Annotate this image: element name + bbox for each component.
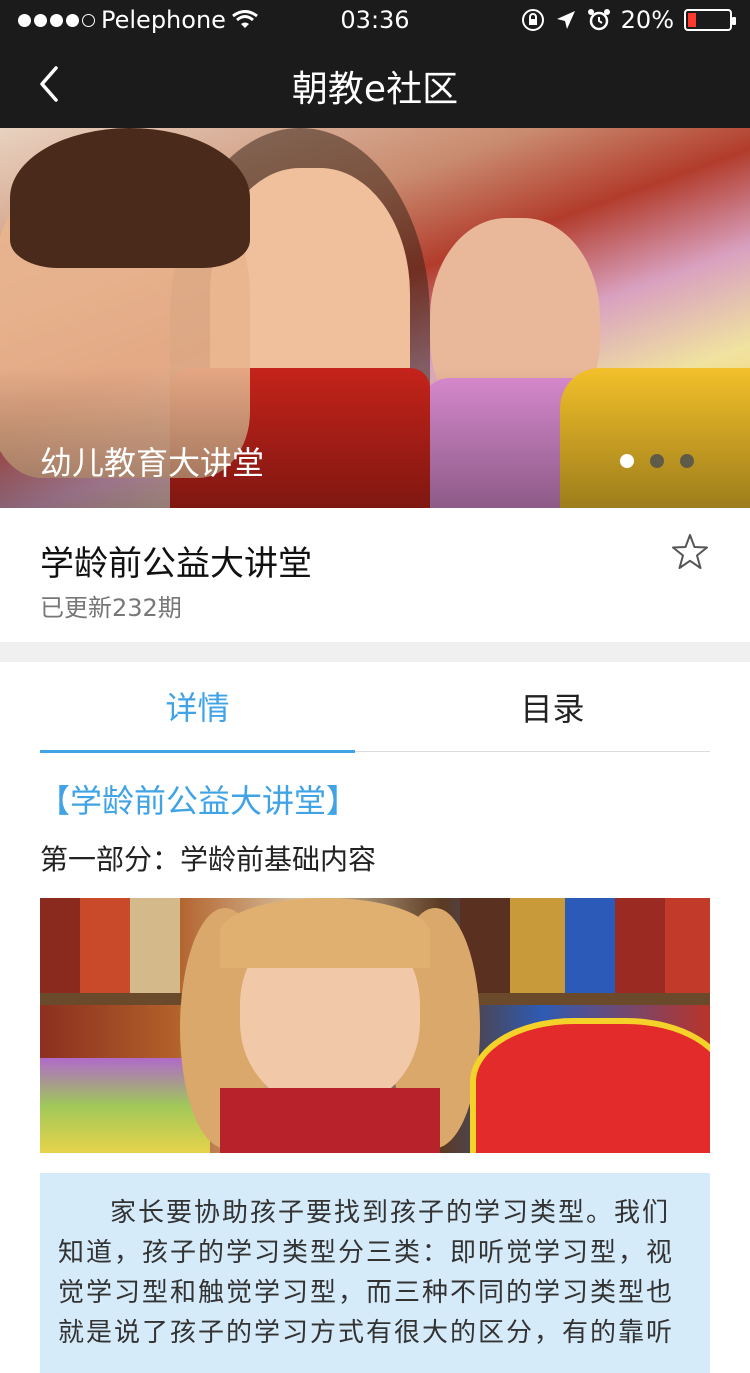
tab-catalog[interactable]: 目录	[395, 662, 710, 752]
battery-level	[688, 13, 696, 27]
course-update-count: 已更新232期	[40, 594, 182, 622]
banner-carousel[interactable]: 幼儿教育大讲堂	[0, 128, 750, 508]
carousel-dot[interactable]	[650, 454, 664, 468]
status-right: 20%	[521, 6, 736, 34]
photo-shape	[665, 898, 710, 993]
section-title: 【学龄前公益大讲堂】	[38, 782, 359, 820]
star-outline-icon[interactable]	[670, 532, 710, 572]
course-name: 学龄前公益大讲堂	[40, 544, 312, 584]
navigation-bar: 朝教e社区	[0, 40, 750, 128]
location-arrow-icon	[556, 11, 575, 29]
page-title: 朝教e社区	[291, 69, 459, 110]
photo-shape	[130, 898, 180, 993]
tab-details[interactable]: 详情	[40, 662, 355, 753]
photo-shape	[220, 898, 430, 968]
photo-shape	[565, 898, 615, 993]
banner-photo-shape	[10, 128, 250, 268]
course-info: 学龄前公益大讲堂 已更新232期	[0, 508, 750, 642]
section-subtitle: 第一部分：学龄前基础内容	[40, 843, 377, 876]
photo-shape	[40, 898, 80, 993]
carousel-dot[interactable]	[620, 454, 634, 468]
battery-icon	[684, 9, 736, 31]
alarm-clock-icon	[587, 9, 610, 31]
tab-bar: 详情 目录	[40, 662, 710, 753]
battery-percent: 20%	[620, 6, 674, 34]
section-divider	[0, 642, 750, 662]
description-text: 家长要协助孩子要找到孩子的学习类型。我们知道，孩子的学习类型分三类：即听觉学习型…	[58, 1198, 675, 1348]
photo-shape	[615, 898, 665, 993]
banner-caption: 幼儿教育大讲堂	[40, 444, 265, 482]
rotation-lock-icon	[521, 9, 544, 31]
carousel-pager[interactable]	[620, 454, 694, 468]
description-box: 家长要协助孩子要找到孩子的学习类型。我们知道，孩子的学习类型分三类：即听觉学习型…	[40, 1173, 710, 1373]
photo-shape	[220, 1088, 440, 1153]
content-image	[40, 898, 710, 1153]
carousel-dot[interactable]	[680, 454, 694, 468]
photo-shape	[470, 1018, 710, 1153]
status-bar: Pelephone 03:36 20%	[0, 0, 750, 40]
photo-shape	[80, 898, 130, 993]
photo-shape	[510, 898, 565, 993]
